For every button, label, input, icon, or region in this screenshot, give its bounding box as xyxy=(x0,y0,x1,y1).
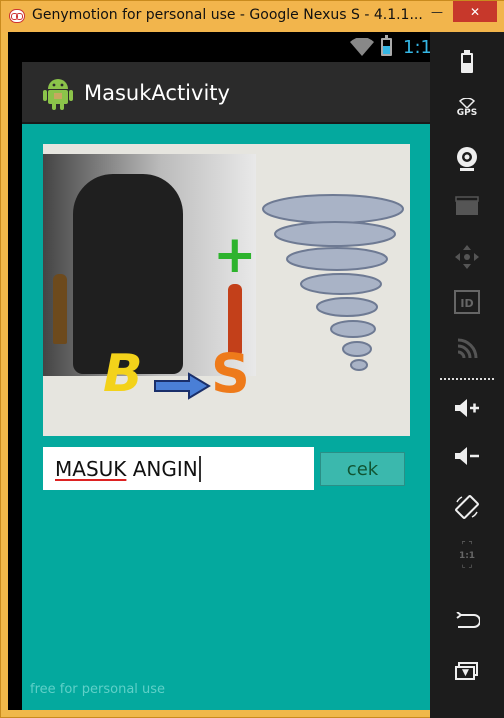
activity-title: MasukActivity xyxy=(84,81,230,105)
activity-content: + B S MASUK ANGIN cek free for personal … xyxy=(22,124,430,710)
gps-icon[interactable]: GPS xyxy=(430,98,504,118)
plus-sign: + xyxy=(213,225,257,285)
letter-s: S xyxy=(211,342,250,405)
answer-input[interactable]: MASUK ANGIN xyxy=(43,447,314,490)
battery-icon[interactable] xyxy=(430,50,504,74)
check-button[interactable]: cek xyxy=(320,452,405,486)
genymotion-icon xyxy=(9,9,25,23)
id-icon[interactable]: ID xyxy=(430,290,504,314)
watermark-text: free for personal use xyxy=(30,682,166,697)
ratio-icon[interactable]: ⌜ ⌝ 1:1 ⌞ ⌟ xyxy=(430,542,504,570)
tornado-image xyxy=(262,194,404,371)
dpad-icon[interactable] xyxy=(430,244,504,270)
letter-b-crossed: B xyxy=(103,344,143,404)
sidebar-scroll-down-icon[interactable]: ▼ xyxy=(462,668,469,678)
rotate-icon[interactable] xyxy=(430,494,504,520)
android-icon[interactable] xyxy=(42,76,74,110)
sidebar-divider xyxy=(440,378,494,380)
puzzle-image: + B S xyxy=(43,144,410,436)
window-titlebar[interactable]: Genymotion for personal use - Google Nex… xyxy=(1,1,504,33)
wifi-icon xyxy=(350,38,374,56)
genymotion-sidebar: GPS ID ⌜ ⌝ 1:1 ⌞ ⌟ xyxy=(430,32,504,718)
back-icon[interactable] xyxy=(430,612,504,630)
cast-icon[interactable] xyxy=(430,338,504,360)
arrow-icon xyxy=(154,372,211,400)
camera-icon[interactable] xyxy=(430,146,504,172)
battery-icon xyxy=(381,35,392,56)
minimize-button[interactable]: — xyxy=(424,1,450,22)
volume-up-icon[interactable] xyxy=(430,398,504,418)
close-button[interactable]: ✕ xyxy=(453,1,497,22)
window-title: Genymotion for personal use - Google Nex… xyxy=(32,7,423,23)
video-icon[interactable] xyxy=(430,196,504,216)
volume-down-icon[interactable] xyxy=(430,446,504,466)
gps-label: GPS xyxy=(456,108,478,118)
input-text-rest: ANGIN xyxy=(126,456,198,481)
input-text-misspelled: MASUK xyxy=(55,456,127,481)
action-bar: MasukActivity xyxy=(22,62,430,124)
bottle-left xyxy=(53,274,67,344)
svg-text:ID: ID xyxy=(460,297,473,310)
status-bar: 1:12 xyxy=(22,32,443,62)
text-caret xyxy=(198,455,201,482)
